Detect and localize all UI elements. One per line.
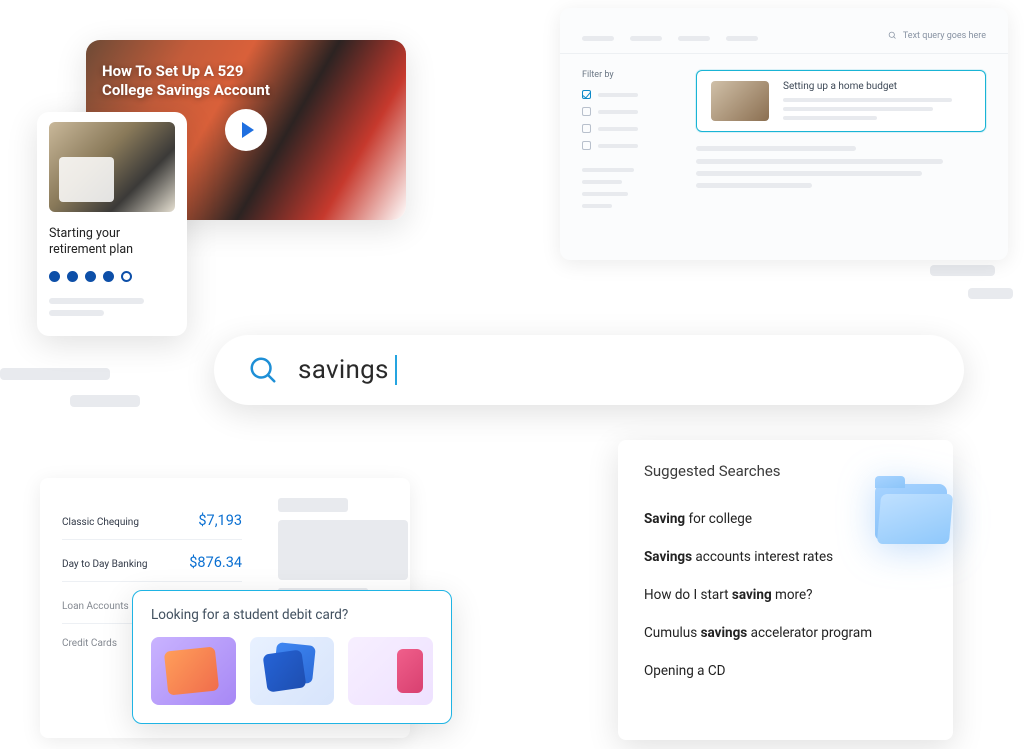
skeleton-line — [696, 159, 943, 164]
result-title: Setting up a home budget — [783, 81, 971, 92]
account-label: Loan Accounts — [62, 601, 129, 612]
promo-tile[interactable] — [348, 637, 433, 705]
skeleton-line — [582, 204, 612, 208]
suggested-item[interactable]: Cumulus savings accelerator program — [644, 614, 927, 652]
search-icon — [248, 355, 278, 385]
pager — [49, 271, 175, 282]
skeleton-tab — [582, 36, 614, 41]
play-icon — [242, 122, 254, 138]
filter-sidebar: Filter by — [582, 70, 672, 208]
decorative-skeleton — [930, 265, 995, 276]
suggested-item[interactable]: How do I start saving more? — [644, 576, 927, 614]
skeleton-line — [582, 180, 622, 184]
skeleton-line — [696, 146, 856, 151]
suggested-item[interactable]: Opening a CD — [644, 652, 927, 690]
filter-window-search-placeholder: Text query goes here — [903, 31, 986, 41]
pager-dot[interactable] — [121, 271, 132, 282]
decorative-skeleton — [968, 288, 1013, 299]
account-label: Classic Chequing — [62, 517, 139, 528]
retirement-title: Starting your retirement plan — [49, 226, 175, 259]
search-result-highlighted[interactable]: Setting up a home budget — [696, 70, 986, 132]
play-button[interactable] — [225, 109, 267, 151]
student-card-title: Looking for a student debit card? — [151, 607, 433, 623]
decorative-skeleton — [70, 395, 140, 407]
video-title: How To Set Up A 529 College Savings Acco… — [102, 62, 292, 100]
retirement-card[interactable]: Starting your retirement plan — [37, 112, 187, 336]
skeleton-line — [783, 107, 933, 111]
promo-tile[interactable] — [151, 637, 236, 705]
search-bar[interactable]: savings — [214, 335, 964, 405]
pager-dot[interactable] — [67, 271, 78, 282]
skeleton-line — [49, 298, 144, 304]
filter-checkbox[interactable] — [582, 90, 672, 99]
divider — [560, 53, 1008, 54]
suggested-searches-panel: Suggested Searches Saving for college Sa… — [618, 440, 953, 740]
account-amount: $7,193 — [198, 512, 242, 529]
skeleton-tab — [726, 36, 758, 41]
skeleton-tab — [630, 36, 662, 41]
account-row[interactable]: Day to Day Banking $876.34 — [62, 540, 242, 582]
skeleton-line — [783, 116, 877, 120]
skeleton-tab — [678, 36, 710, 41]
filter-checkbox[interactable] — [582, 141, 672, 150]
skeleton-line — [783, 98, 952, 102]
filter-label: Filter by — [582, 70, 672, 80]
filter-checkbox[interactable] — [582, 107, 672, 116]
skeleton-line — [49, 310, 104, 316]
account-label: Day to Day Banking — [62, 559, 147, 570]
skeleton-line — [582, 168, 634, 172]
pager-dot[interactable] — [49, 271, 60, 282]
retirement-image — [49, 122, 175, 212]
pager-dot[interactable] — [85, 271, 96, 282]
folder-icon — [875, 484, 955, 548]
filter-window-search[interactable]: Text query goes here — [888, 31, 986, 41]
account-amount: $876.34 — [189, 554, 242, 571]
decorative-skeleton — [0, 368, 110, 380]
search-input-text: savings — [298, 355, 389, 385]
filter-checkbox[interactable] — [582, 124, 672, 133]
filter-window: Text query goes here Filter by Setting u… — [560, 8, 1008, 260]
promo-tile[interactable] — [250, 637, 335, 705]
skeleton-line — [696, 171, 922, 176]
student-card-promo[interactable]: Looking for a student debit card? — [132, 590, 452, 724]
pager-dot[interactable] — [103, 271, 114, 282]
result-thumbnail — [711, 81, 769, 121]
skeleton-line — [696, 183, 812, 188]
filter-window-tabs — [582, 26, 770, 45]
text-cursor — [395, 355, 397, 385]
search-icon — [888, 31, 897, 40]
account-row[interactable]: Classic Chequing $7,193 — [62, 498, 242, 540]
account-label: Credit Cards — [62, 638, 117, 649]
skeleton-line — [582, 192, 628, 196]
